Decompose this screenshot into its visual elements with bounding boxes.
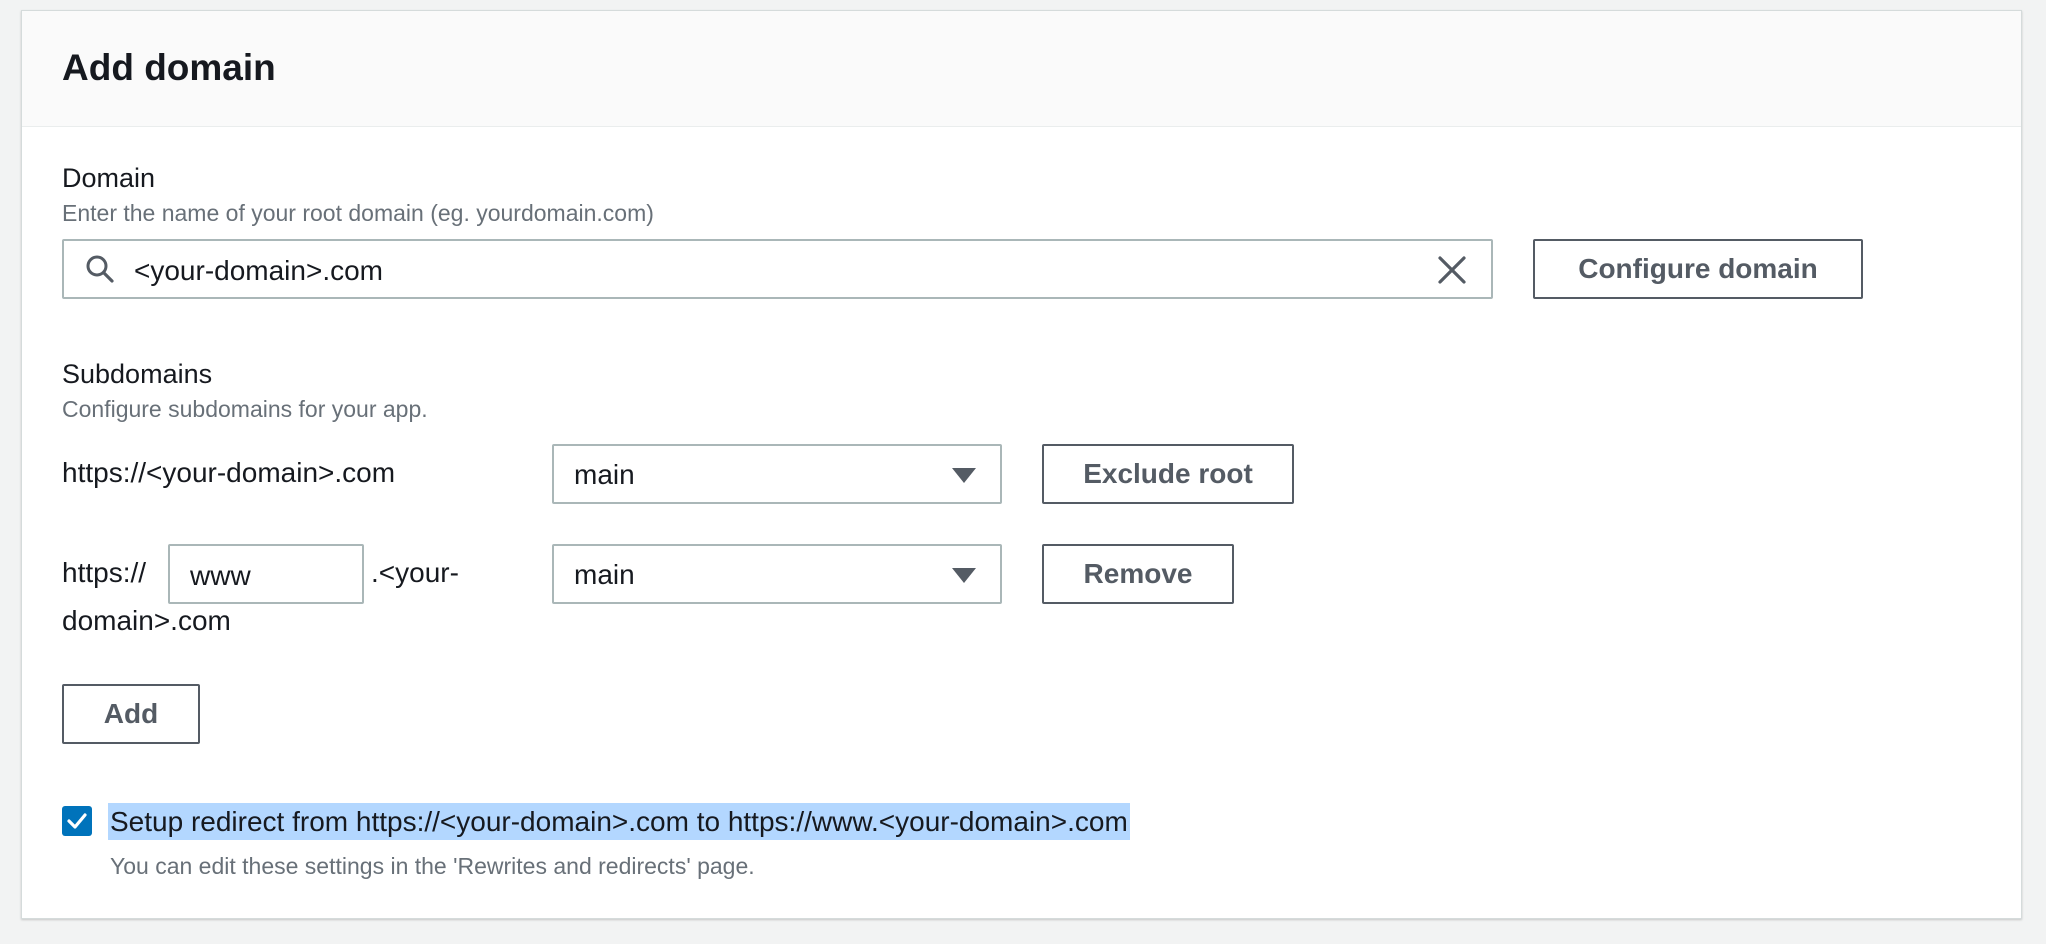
redirect-note: You can edit these settings in the 'Rewr… — [110, 853, 755, 879]
page-title: Add domain — [62, 47, 276, 88]
checkmark-icon — [67, 813, 87, 829]
branch-select-value: main — [574, 559, 635, 590]
panel-header: Add domain — [22, 11, 2021, 127]
branch-select-www[interactable]: main — [552, 544, 1002, 604]
subdomain-input[interactable]: www — [168, 544, 364, 604]
subdomain-suffix-line2: domain>.com — [62, 605, 231, 636]
redirect-checkbox[interactable] — [62, 806, 92, 836]
branch-select-root[interactable]: main — [552, 444, 1002, 504]
domain-search-input[interactable]: <your-domain>.com — [62, 239, 1493, 299]
domain-label: Domain — [62, 163, 156, 193]
clear-icon[interactable] — [1436, 254, 1468, 291]
caret-down-icon — [952, 468, 976, 483]
caret-down-icon — [952, 568, 976, 583]
subdomain-input-value: www — [190, 560, 251, 591]
subdomains-description: Configure subdomains for your app. — [62, 396, 428, 422]
add-subdomain-button[interactable]: Add — [62, 684, 200, 744]
subdomain-prefix: https:// — [62, 557, 147, 588]
configure-domain-button[interactable]: Configure domain — [1533, 239, 1863, 299]
subdomain-suffix-line1: .<your- — [371, 557, 459, 588]
domain-description: Enter the name of your root domain (eg. … — [62, 200, 654, 226]
subdomains-label: Subdomains — [62, 359, 213, 389]
redirect-label[interactable]: Setup redirect from https://<your-domain… — [108, 803, 1130, 840]
search-icon — [84, 253, 116, 290]
root-domain-url: https://<your-domain>.com — [62, 457, 396, 488]
domain-input-value: <your-domain>.com — [134, 255, 384, 286]
remove-subdomain-button[interactable]: Remove — [1042, 544, 1234, 604]
add-domain-panel: Add domain Domain Enter the name of your… — [21, 10, 2022, 919]
exclude-root-button[interactable]: Exclude root — [1042, 444, 1294, 504]
branch-select-value: main — [574, 459, 635, 490]
